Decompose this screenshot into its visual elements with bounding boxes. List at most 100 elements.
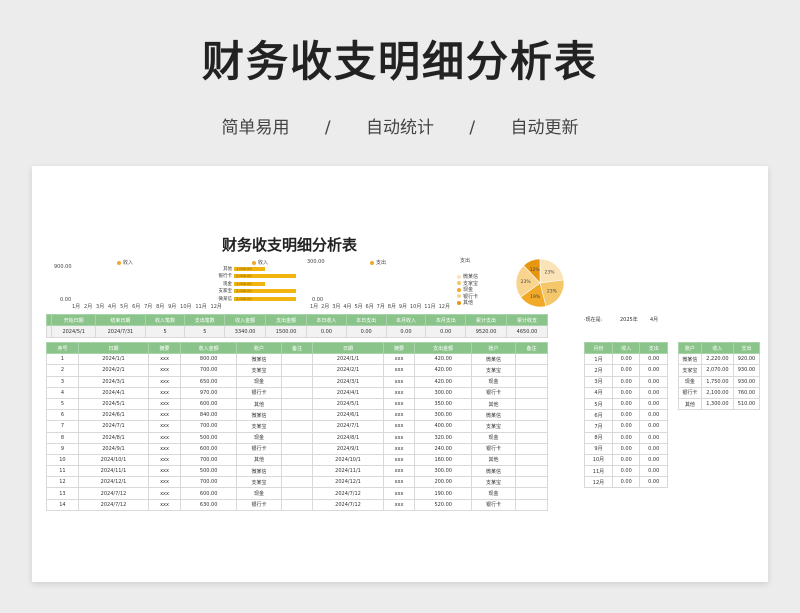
table-cell[interactable] [280,453,314,467]
table-cell[interactable]: 0.00 [639,465,668,478]
table-cell[interactable]: 2024/8/1 [312,431,384,444]
table-cell[interactable]: 0.00 [611,420,641,433]
table-cell[interactable]: xxx [382,453,416,467]
table-cell[interactable] [280,386,314,399]
table-cell[interactable]: 4月 [584,386,613,399]
table-cell[interactable]: 11 [46,465,79,478]
table-cell[interactable]: 1,750.00 [700,375,734,388]
table-cell[interactable]: 420.00 [414,364,472,377]
table-cell[interactable]: xxx [148,476,181,489]
table-cell[interactable]: 10月 [584,453,613,467]
table-cell[interactable]: 320.00 [414,431,472,444]
table-cell[interactable]: 1 [46,353,79,366]
table-cell[interactable]: 2024/9/1 [312,442,384,455]
table-cell[interactable]: 2024/8/1 [77,431,150,444]
table-cell[interactable]: 2024/7/31 [95,325,146,339]
table-cell[interactable]: 1500.00 [265,325,308,339]
table-cell[interactable]: 0.00 [639,364,668,377]
table-cell[interactable]: 2024/7/12 [312,487,384,500]
table-cell[interactable]: xxx [382,487,416,500]
table-cell[interactable]: 2024/4/1 [312,386,384,399]
table-cell[interactable]: 微某信 [470,409,517,422]
table-cell[interactable] [515,420,548,433]
table-cell[interactable]: 300.00 [414,465,472,478]
table-cell[interactable]: 其他 [236,397,282,411]
table-cell[interactable]: 240.00 [414,442,472,455]
table-cell[interactable]: xxx [382,498,416,511]
table-cell[interactable]: 0.00 [345,325,387,339]
table-cell[interactable]: 3 [46,375,79,388]
table-cell[interactable]: 6 [46,409,79,422]
table-cell[interactable]: 700.00 [179,476,238,489]
table-cell[interactable] [515,431,548,444]
table-cell[interactable]: 微某信 [236,353,282,366]
table-cell[interactable] [515,442,548,455]
table-cell[interactable]: 0.00 [611,453,641,467]
table-cell[interactable]: 现金 [236,487,282,500]
table-cell[interactable] [280,498,314,511]
table-cell[interactable] [515,453,548,467]
table-cell[interactable]: 2,100.00 [700,386,734,399]
table-cell[interactable]: xxx [382,375,416,388]
table-cell[interactable] [515,498,548,511]
table-cell[interactable]: 0.00 [611,375,641,388]
table-cell[interactable]: 600.00 [179,487,238,500]
table-cell[interactable]: 0.00 [639,476,668,489]
table-cell[interactable]: 微某信 [236,409,282,422]
table-cell[interactable]: 0.00 [611,364,641,377]
table-cell[interactable]: 支某宝 [470,420,517,433]
table-cell[interactable]: 银行卡 [236,386,282,399]
table-cell[interactable]: xxx [148,397,181,411]
table-cell[interactable]: 支家宝 [678,364,702,377]
table-cell[interactable]: 其他 [236,453,282,467]
table-cell[interactable] [515,409,548,422]
table-cell[interactable]: 银行卡 [470,442,517,455]
table-cell[interactable]: 0.00 [611,431,641,444]
table-cell[interactable] [280,431,314,444]
table-cell[interactable]: 4 [46,386,79,399]
table-cell[interactable]: 12月 [584,476,613,489]
table-cell[interactable]: 0.00 [385,325,427,339]
table-cell[interactable]: xxx [148,420,181,433]
table-cell[interactable]: 930.00 [732,364,761,377]
table-cell[interactable]: 支某宝 [236,476,282,489]
table-cell[interactable]: 0.00 [639,431,668,444]
table-cell[interactable] [515,353,548,366]
table-cell[interactable]: 2024/7/1 [312,420,384,433]
table-cell[interactable]: xxx [382,409,416,422]
table-cell[interactable]: 5月 [584,397,613,411]
table-cell[interactable]: 微某信 [470,353,517,366]
table-cell[interactable]: 11月 [584,465,613,478]
table-cell[interactable]: xxx [382,386,416,399]
table-cell[interactable]: xxx [148,498,181,511]
table-cell[interactable]: 2024/10/1 [312,453,384,467]
table-cell[interactable]: 2024/1/1 [312,353,384,366]
table-cell[interactable] [515,476,548,489]
table-cell[interactable]: 510.00 [732,397,761,411]
table-cell[interactable]: 2024/2/1 [312,364,384,377]
table-cell[interactable]: 2024/7/12 [77,498,150,511]
table-cell[interactable]: xxx [382,420,416,433]
table-cell[interactable]: xxx [148,442,181,455]
table-cell[interactable]: xxx [148,364,181,377]
table-cell[interactable]: 13 [46,487,79,500]
table-cell[interactable] [280,487,314,500]
table-cell[interactable]: 1,300.00 [700,397,734,411]
table-cell[interactable] [515,364,548,377]
table-cell[interactable]: 500.00 [179,431,238,444]
table-cell[interactable]: 2024/6/1 [312,409,384,422]
table-cell[interactable]: xxx [148,353,181,366]
table-cell[interactable]: 现金 [236,431,282,444]
table-cell[interactable]: 银行卡 [470,386,517,399]
table-cell[interactable]: 其他 [470,397,517,411]
table-cell[interactable]: 2024/5/1 [51,325,97,339]
table-cell[interactable]: 0.00 [611,386,641,399]
table-cell[interactable]: 7 [46,420,79,433]
table-cell[interactable]: 0.00 [639,420,668,433]
table-cell[interactable] [280,375,314,388]
table-cell[interactable]: 银行卡 [236,498,282,511]
table-cell[interactable]: 5 [184,325,226,339]
table-cell[interactable]: 2024/7/12 [312,498,384,511]
table-cell[interactable]: 12 [46,476,79,489]
table-cell[interactable]: 420.00 [414,353,472,366]
